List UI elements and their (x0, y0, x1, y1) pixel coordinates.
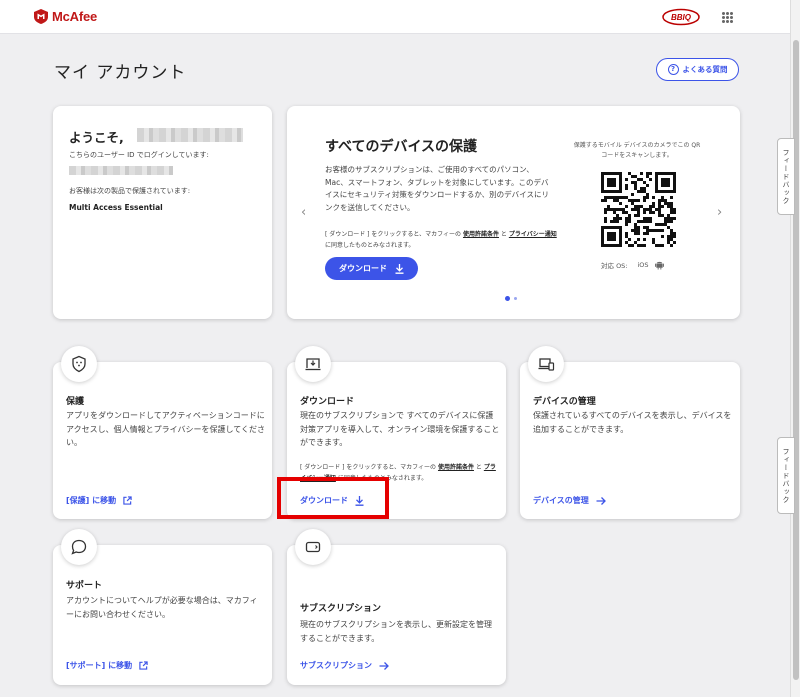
arrow-right-icon (596, 496, 606, 505)
feedback-tab[interactable]: フィードバック (777, 138, 795, 215)
login-note: こちらのユーザー ID でログインしています: (69, 151, 209, 159)
external-link-icon (123, 496, 132, 505)
redacted-user-id (69, 166, 173, 175)
apps-grid-icon[interactable] (722, 12, 733, 23)
chevron-left-icon[interactable]: ‹ (301, 206, 306, 219)
chat-bubble-icon (61, 529, 97, 565)
protect-card: 保護 アプリをダウンロードしてアクティベーションコードにアクセスし、個人情報とプ… (53, 346, 272, 519)
product-name: Multi Access Essential (69, 203, 163, 212)
chevron-right-icon[interactable]: › (717, 206, 722, 219)
all-devices-promo-card: ‹ › すべてのデバイスの保護 お客様のサブスクリプションは、ご使用のすべてのパ… (287, 106, 740, 319)
support-card: サポート アカウントについてヘルプが必要な場合は、マカフィーにお問い合わせくださ… (53, 529, 272, 685)
welcome-greeting: ようこそ, (69, 130, 124, 145)
page-title: マイ アカウント (54, 63, 187, 83)
faq-button[interactable]: ? よくある質問 (656, 58, 739, 81)
card-icon (295, 529, 331, 565)
subscription-link[interactable]: サブスクリプション (300, 660, 389, 671)
protect-title: 保護 (66, 397, 85, 407)
devices-card: デバイスの管理 保護されているすべてのデバイスを表示し、デバイスを追加することが… (520, 346, 740, 519)
promo-description: お客様のサブスクリプションは、ご使用のすべてのパソコン、Mac、スマートフォン、… (325, 165, 549, 212)
devices-title: デバイスの管理 (533, 397, 596, 407)
feedback-tab[interactable]: フィードバック (777, 437, 795, 514)
partner-logo: BBIQ (662, 8, 700, 26)
download-button-label: ダウンロード (339, 264, 387, 273)
devices-link[interactable]: デバイスの管理 (533, 495, 606, 506)
external-link-icon (139, 661, 148, 670)
support-title: サポート (66, 581, 103, 591)
android-icon (654, 261, 664, 270)
promo-legal-note: [ ダウンロード ] をクリックすると、マカフィーの 使用許諾条件 と プライバ… (325, 231, 557, 249)
terms-link[interactable]: 使用許諾条件 (463, 231, 499, 238)
arrow-right-icon (379, 661, 389, 670)
download-description: 現在のサブスクリプションで すべてのデバイスに保護対策アプリを導入して、オンライ… (300, 411, 500, 447)
subscription-title: サブスクリプション (300, 604, 382, 614)
qr-caption: 保護するモバイル デバイスのカメラでこの QR コードをスキャンします。 (573, 142, 701, 159)
subscription-card: サブスクリプション 現在のサブスクリプションを表示し、更新設定を管理することがで… (287, 529, 506, 685)
top-bar: McAfee BBIQ (0, 0, 790, 34)
qr-code (601, 172, 676, 247)
scrollbar-thumb[interactable] (793, 40, 799, 680)
welcome-card: ようこそ, こちらのユーザー ID でログインしています: お客様は次の製品で保… (53, 106, 272, 319)
download-terms-link[interactable]: 使用許諾条件 (438, 464, 474, 471)
promo-download-button[interactable]: ダウンロード (325, 257, 418, 280)
partner-logo-text: BBIQ (671, 13, 692, 22)
devices-icon (528, 346, 564, 382)
privacy-link[interactable]: プライバシー通知 (509, 231, 557, 238)
support-description: アカウントについてヘルプが必要な場合は、マカフィーにお問い合わせください。 (66, 596, 258, 619)
carousel-dots[interactable] (505, 296, 517, 301)
laptop-download-icon (295, 346, 331, 382)
redacted-username (137, 128, 243, 142)
protect-description: アプリをダウンロードしてアクティベーションコードにアクセスし、個人情報とプライバ… (66, 411, 265, 447)
scrollbar[interactable] (790, 0, 800, 697)
question-icon: ? (667, 64, 679, 75)
highlight-box (277, 477, 389, 519)
mcafee-logo[interactable]: McAfee (34, 9, 97, 24)
brand-name: McAfee (52, 9, 98, 24)
faq-label: よくある質問 (682, 65, 728, 74)
subscription-description: 現在のサブスクリプションを表示し、更新設定を管理することができます。 (300, 620, 492, 643)
promo-title: すべてのデバイスの保護 (325, 139, 478, 155)
support-link[interactable]: [サポート] に移動 (66, 660, 148, 671)
ios-label: iOS (637, 261, 649, 269)
protect-link[interactable]: [保護] に移動 (66, 495, 132, 506)
protected-note: お客様は次の製品で保護されています: (69, 187, 191, 195)
devices-description: 保護されているすべてのデバイスを表示し、デバイスを追加することができます。 (533, 411, 732, 434)
mcafee-shield-icon (34, 9, 48, 24)
download-title: ダウンロード (300, 397, 355, 407)
os-label: 対応 OS: (601, 262, 628, 270)
shield-icon (61, 346, 97, 382)
download-icon (395, 263, 404, 274)
supported-os: 対応 OS: iOS (601, 260, 664, 270)
